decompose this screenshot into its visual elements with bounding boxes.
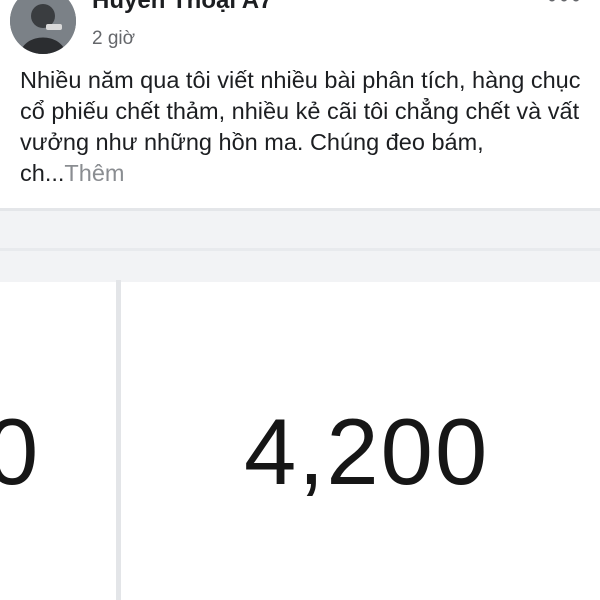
image-value-left: 0	[0, 399, 41, 504]
feed-post: Huyền Thoại A7 2 giờ Nhiều năm qua tôi v…	[0, 0, 600, 600]
more-dots-icon[interactable]	[544, 0, 584, 8]
profile-photo	[10, 0, 76, 54]
see-more-link[interactable]: Thêm	[64, 160, 124, 186]
image-value-right: 4,200	[244, 399, 490, 504]
avatar[interactable]	[10, 0, 76, 54]
image-header-band	[0, 208, 600, 282]
post-text: Nhiều năm qua tôi viết nhiều bài phân tí…	[20, 65, 585, 189]
image-header-line	[0, 248, 600, 251]
image-column-divider	[116, 280, 121, 600]
post-time[interactable]: 2 giờ	[92, 28, 135, 50]
author-name[interactable]: Huyền Thoại A7	[92, 0, 272, 15]
